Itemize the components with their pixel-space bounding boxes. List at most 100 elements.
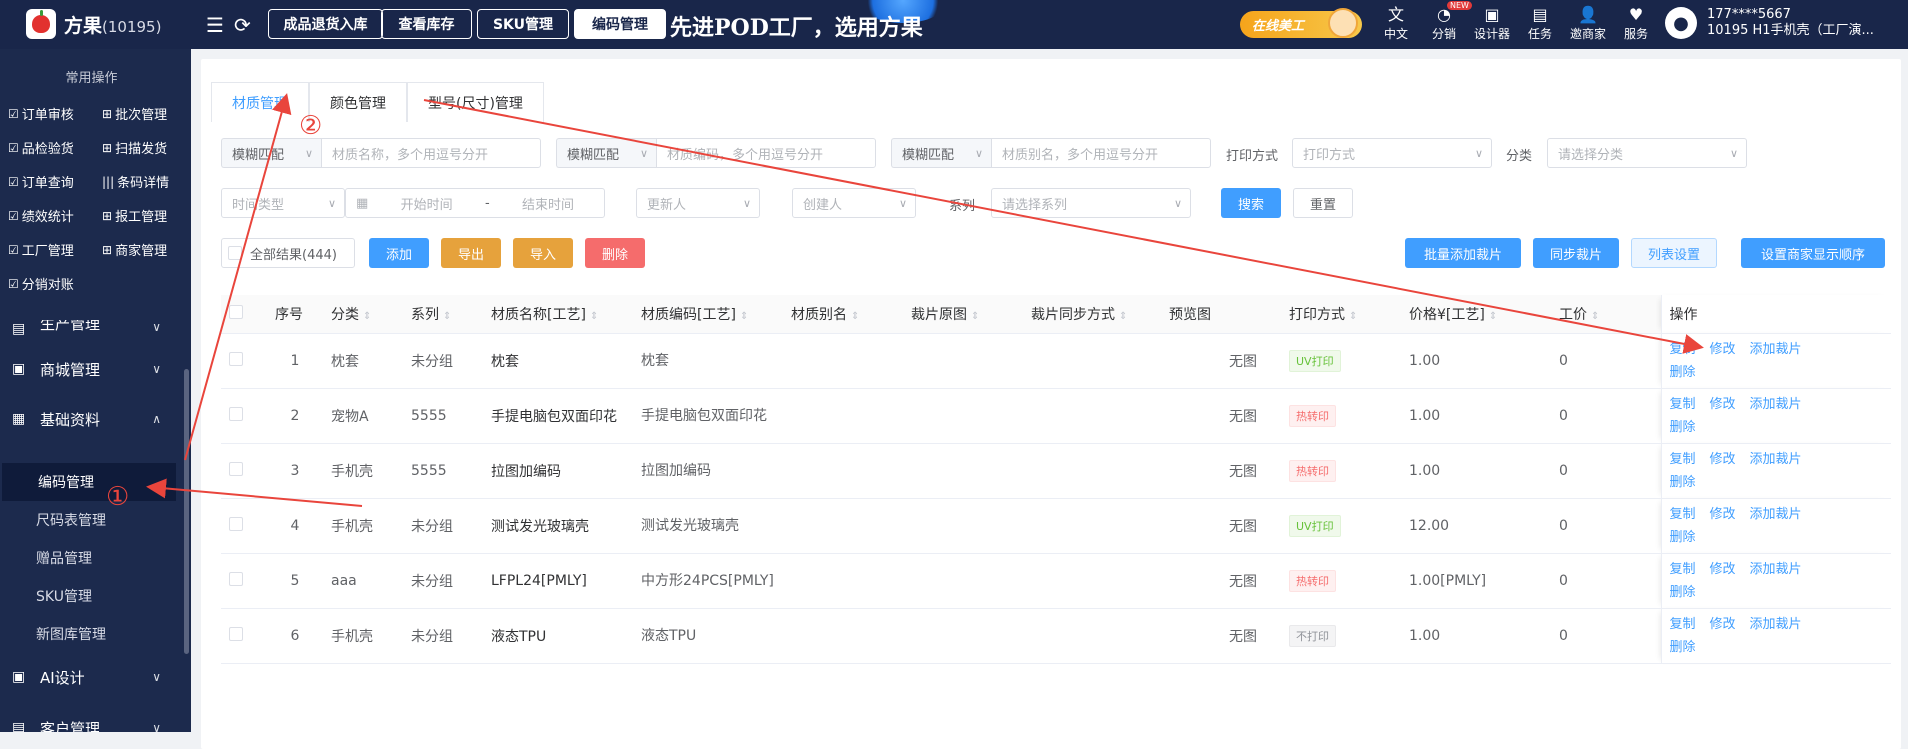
submenu-sku-manage[interactable]: SKU管理	[0, 577, 183, 615]
row-checkbox[interactable]	[221, 443, 267, 499]
menu-toggle-icon[interactable]: ☰	[206, 13, 224, 37]
updater-select[interactable]: 更新人 ∨	[636, 188, 760, 218]
user-menu[interactable]: ● 177****5667 10195 H1手机壳（工厂演...	[1665, 7, 1874, 39]
topnav-language[interactable]: 文中文	[1372, 5, 1420, 42]
topnav-invite[interactable]: 👤 邀商家	[1564, 5, 1612, 42]
add-cut-link[interactable]: 添加裁片	[1750, 452, 1802, 467]
checkbox-icon[interactable]	[229, 571, 243, 586]
add-button[interactable]: 添加	[369, 238, 429, 268]
row-checkbox[interactable]	[221, 333, 267, 389]
quick-quality-check[interactable]: ☑ 品检验货	[8, 138, 74, 158]
sync-cut-button[interactable]: 同步裁片	[1533, 238, 1619, 268]
quick-return-stock-button[interactable]: 成品退货入库	[268, 9, 383, 39]
tab-material[interactable]: 材质管理	[211, 82, 309, 122]
material-alias-input[interactable]: 材质别名，多个用逗号分开	[991, 138, 1211, 168]
menu-basic-data[interactable]: ▦ 基础资料 ∧	[0, 400, 183, 438]
creator-select[interactable]: 创建人 ∨	[792, 188, 916, 218]
checkbox-icon[interactable]	[229, 461, 243, 476]
refresh-icon[interactable]: ⟳	[234, 13, 251, 37]
quick-view-stock-button[interactable]: 查看库存	[381, 9, 472, 39]
header-print-method[interactable]: 打印方式 ⇕	[1281, 295, 1401, 334]
edit-link[interactable]: 修改	[1710, 397, 1736, 412]
header-material-name[interactable]: 材质名称[工艺] ⇕	[483, 295, 633, 334]
header-material-alias[interactable]: 材质别名 ⇕	[783, 295, 903, 334]
brand-logo[interactable]: 方果(10195)	[26, 9, 161, 39]
row-checkbox[interactable]	[221, 553, 267, 609]
add-cut-link[interactable]: 添加裁片	[1750, 342, 1802, 357]
series-select[interactable]: 请选择系列 ∨	[991, 188, 1191, 218]
checkbox-icon[interactable]	[229, 516, 243, 531]
menu-mall[interactable]: ▣ 商城管理 ∨	[0, 350, 183, 388]
header-series[interactable]: 系列 ⇕	[403, 295, 483, 334]
match-select-2[interactable]: 模糊匹配 ∨	[556, 138, 656, 168]
delete-link[interactable]: 删除	[1670, 475, 1696, 490]
delete-button[interactable]: 删除	[585, 238, 645, 268]
row-checkbox[interactable]	[221, 498, 267, 554]
add-cut-link[interactable]: 添加裁片	[1750, 562, 1802, 577]
checkbox-icon[interactable]	[229, 351, 243, 366]
quick-performance[interactable]: ☑ 绩效统计	[8, 206, 74, 226]
menu-customer[interactable]: ▤ 客户管理 ∨	[0, 709, 183, 733]
topnav-distribution[interactable]: ◔ NEW 分销	[1420, 1, 1472, 42]
checkbox-icon[interactable]	[229, 626, 243, 641]
copy-link[interactable]: 复制	[1670, 452, 1696, 467]
quick-factory-manage[interactable]: ☑ 工厂管理	[8, 240, 74, 260]
material-name-input[interactable]: 材质名称，多个用逗号分开	[321, 138, 541, 168]
quick-scan-ship[interactable]: ⊞ 扫描发货	[102, 138, 167, 158]
date-range-picker[interactable]: ▦ 开始时间 - 结束时间	[345, 188, 605, 218]
edit-link[interactable]: 修改	[1710, 507, 1736, 522]
header-price[interactable]: 价格¥[工艺] ⇕	[1401, 295, 1551, 334]
submenu-gallery[interactable]: 新图库管理	[0, 615, 183, 653]
quick-sku-button[interactable]: SKU管理	[477, 9, 569, 39]
match-select-3[interactable]: 模糊匹配 ∨	[891, 138, 991, 168]
edit-link[interactable]: 修改	[1710, 617, 1736, 632]
delete-link[interactable]: 删除	[1670, 585, 1696, 600]
topnav-task[interactable]: ▤ 任务	[1516, 5, 1564, 42]
header-checkbox[interactable]	[221, 295, 267, 334]
merchant-order-button[interactable]: 设置商家显示顺序	[1741, 238, 1885, 268]
topnav-designer[interactable]: ▣ 设计器	[1468, 5, 1516, 42]
header-material-code[interactable]: 材质编码[工艺] ⇕	[633, 295, 783, 334]
copy-link[interactable]: 复制	[1670, 617, 1696, 632]
quick-merchant-manage[interactable]: ⊞ 商家管理	[102, 240, 167, 260]
checkbox-icon[interactable]	[228, 246, 242, 260]
export-button[interactable]: 导出	[441, 238, 501, 268]
delete-link[interactable]: 删除	[1670, 365, 1696, 380]
checkbox-icon[interactable]	[229, 406, 243, 421]
edit-link[interactable]: 修改	[1710, 452, 1736, 467]
quick-work-report[interactable]: ⊞ 报工管理	[102, 206, 167, 226]
header-labor[interactable]: 工价 ⇕	[1551, 295, 1661, 334]
delete-link[interactable]: 删除	[1670, 640, 1696, 655]
quick-batch-manage[interactable]: ⊞ 批次管理	[102, 104, 167, 124]
add-cut-link[interactable]: 添加裁片	[1750, 617, 1802, 632]
sidebar-scrollbar[interactable]	[184, 369, 189, 654]
online-designer-badge[interactable]: 在线美工	[1240, 8, 1362, 38]
quick-order-review[interactable]: ☑ 订单审核	[8, 104, 74, 124]
header-cut-image[interactable]: 裁片原图 ⇕	[903, 295, 1023, 334]
edit-link[interactable]: 修改	[1710, 342, 1736, 357]
quick-barcode-detail[interactable]: ||| 条码详情	[102, 172, 169, 192]
search-button[interactable]: 搜索	[1221, 188, 1281, 218]
list-settings-button[interactable]: 列表设置	[1631, 238, 1717, 268]
batch-add-cut-button[interactable]: 批量添加裁片	[1405, 238, 1521, 268]
copy-link[interactable]: 复制	[1670, 397, 1696, 412]
print-method-select[interactable]: 打印方式 ∨	[1292, 138, 1492, 168]
copy-link[interactable]: 复制	[1670, 507, 1696, 522]
copy-link[interactable]: 复制	[1670, 342, 1696, 357]
category-select[interactable]: 请选择分类 ∨	[1547, 138, 1747, 168]
submenu-gift-manage[interactable]: 赠品管理	[0, 539, 183, 577]
topnav-service[interactable]: ♥ 服务	[1612, 5, 1660, 42]
menu-ai-design[interactable]: ▣ AI设计 ∨	[0, 658, 183, 696]
reset-button[interactable]: 重置	[1293, 188, 1353, 218]
delete-link[interactable]: 删除	[1670, 420, 1696, 435]
delete-link[interactable]: 删除	[1670, 530, 1696, 545]
select-all-results[interactable]: 全部结果(444)	[221, 238, 355, 268]
material-code-input[interactable]: 材质编码，多个用逗号分开	[656, 138, 876, 168]
import-button[interactable]: 导入	[513, 238, 573, 268]
quick-order-query[interactable]: ☑ 订单查询	[8, 172, 74, 192]
edit-link[interactable]: 修改	[1710, 562, 1736, 577]
quick-code-button[interactable]: 编码管理	[574, 9, 666, 39]
row-checkbox[interactable]	[221, 608, 267, 664]
menu-production[interactable]: ▤ 生产管理 ∨	[0, 320, 183, 338]
add-cut-link[interactable]: 添加裁片	[1750, 397, 1802, 412]
